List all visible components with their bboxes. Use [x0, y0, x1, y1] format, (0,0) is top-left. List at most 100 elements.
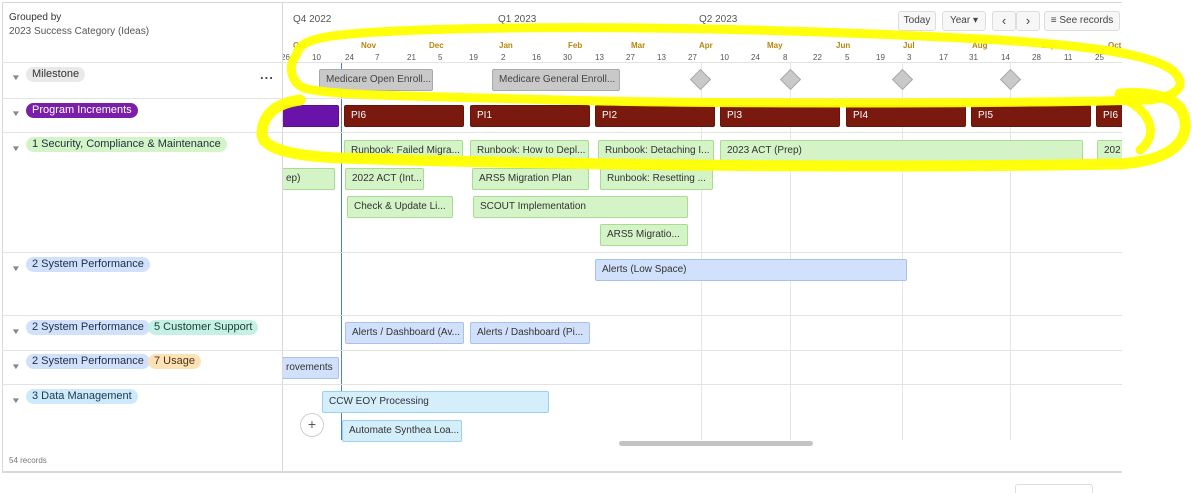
- group-row-program-increments[interactable]: ▼ Program Increments: [2, 99, 283, 132]
- day-label: 31: [969, 53, 978, 62]
- day-label: 27: [688, 53, 697, 62]
- milestone-diamond[interactable]: [689, 68, 712, 91]
- record-bar[interactable]: ARS5 Migration Plan: [472, 168, 589, 190]
- caret-down-icon: ▾: [972, 15, 979, 26]
- milestone-bar[interactable]: Medicare Open Enroll...: [319, 69, 433, 91]
- month-label: Mar: [631, 41, 646, 50]
- record-bar[interactable]: Alerts (Low Space): [595, 259, 907, 281]
- milestone-diamond[interactable]: [779, 68, 802, 91]
- collapse-chevron-icon[interactable]: ▼: [11, 109, 21, 118]
- group-row-system-performance[interactable]: ▼ 2 System Performance: [2, 253, 283, 315]
- day-label: 13: [657, 53, 666, 62]
- collapse-chevron-icon[interactable]: ▼: [11, 362, 21, 371]
- program-increment-bar[interactable]: PI6: [344, 105, 464, 127]
- month-label: Oct: [1108, 41, 1122, 50]
- day-label: 16: [532, 53, 541, 62]
- system-performance-label: 2 System Performance: [26, 257, 150, 272]
- collapse-chevron-icon[interactable]: ▼: [11, 396, 21, 405]
- month-label: Dec: [429, 41, 444, 50]
- today-button[interactable]: Today: [898, 11, 936, 31]
- collapse-chevron-icon[interactable]: ▼: [11, 327, 21, 336]
- divider: [283, 350, 1122, 351]
- day-label: 14: [1001, 53, 1010, 62]
- footer-control[interactable]: [1015, 484, 1093, 493]
- timeline-app: Grouped by 2023 Success Category (Ideas)…: [0, 0, 1192, 493]
- month-label: Apr: [699, 41, 713, 50]
- next-period-button[interactable]: ›: [1016, 11, 1040, 31]
- day-label: 5: [438, 53, 443, 62]
- record-bar[interactable]: rovements: [283, 357, 339, 379]
- see-records-button[interactable]: ≡ See records: [1044, 11, 1120, 31]
- day-label: 2: [501, 53, 506, 62]
- day-label: 19: [876, 53, 885, 62]
- day-label: 28: [1032, 53, 1041, 62]
- day-label: 7: [375, 53, 380, 62]
- group-by-title: Grouped by: [9, 12, 62, 23]
- milestone-bar[interactable]: Medicare General Enroll...: [492, 69, 620, 91]
- record-bar[interactable]: 2022 ACT (Int...: [345, 168, 424, 190]
- record-bar[interactable]: Runbook: Resetting ...: [600, 168, 713, 190]
- collapse-chevron-icon[interactable]: ▼: [11, 73, 21, 82]
- program-increment-bar[interactable]: PI3: [720, 105, 840, 127]
- record-bar[interactable]: Alerts / Dashboard (Av...: [345, 322, 464, 344]
- system-performance-label: 2 System Performance: [26, 320, 150, 335]
- add-record-button[interactable]: +: [300, 413, 324, 437]
- milestone-diamond[interactable]: [999, 68, 1022, 91]
- month-label: Jan: [499, 41, 513, 50]
- highlight-stroke: [1117, 93, 1155, 155]
- program-increment-bar[interactable]: PI5: [971, 105, 1091, 127]
- program-increment-bar[interactable]: PI1: [470, 105, 590, 127]
- day-label: 21: [407, 53, 416, 62]
- record-bar[interactable]: Check & Update Li...: [347, 196, 453, 218]
- record-bar[interactable]: SCOUT Implementation: [473, 196, 688, 218]
- day-label: 13: [595, 53, 604, 62]
- record-bar[interactable]: Runbook: Detaching I...: [598, 140, 714, 162]
- data-management-label: 3 Data Management: [26, 389, 138, 404]
- record-bar[interactable]: Alerts / Dashboard (Pi...: [470, 322, 590, 344]
- day-label: 24: [345, 53, 354, 62]
- milestone-diamond[interactable]: [891, 68, 914, 91]
- day-label: 30: [563, 53, 572, 62]
- program-increment-bar[interactable]: PI6: [1096, 105, 1122, 127]
- record-bar[interactable]: Runbook: How to Depl...: [470, 140, 589, 162]
- customer-support-label: 5 Customer Support: [148, 320, 259, 335]
- record-bar[interactable]: 2023 ACT (Prep): [720, 140, 1083, 162]
- month-label: Nov: [361, 41, 377, 50]
- program-increment-bar[interactable]: PI2: [595, 105, 715, 127]
- group-row-milestone[interactable]: ▼ Milestone ...: [2, 63, 283, 98]
- list-icon: ≡: [1050, 15, 1057, 26]
- divider: [283, 62, 1122, 63]
- month-label: Sep: [1041, 41, 1056, 50]
- group-by-header[interactable]: Grouped by 2023 Success Category (Ideas): [9, 11, 149, 39]
- day-label: 10: [312, 53, 321, 62]
- collapse-chevron-icon[interactable]: ▼: [11, 144, 21, 153]
- month-label: Jul: [903, 41, 915, 50]
- program-increment-bar[interactable]: [283, 105, 339, 127]
- horizontal-scrollbar[interactable]: [619, 441, 813, 446]
- group-row-data-management[interactable]: ▼ 3 Data Management: [2, 385, 283, 441]
- group-row-security[interactable]: ▼ 1 Security, Compliance & Maintenance: [2, 133, 283, 252]
- record-bar[interactable]: 202: [1097, 140, 1122, 162]
- day-label: 5: [845, 53, 850, 62]
- scale-select[interactable]: Year ▾: [942, 11, 986, 31]
- record-bar[interactable]: CCW EOY Processing: [322, 391, 549, 413]
- record-bar[interactable]: Runbook: Failed Migra...: [344, 140, 463, 162]
- day-label: 27: [626, 53, 635, 62]
- record-bar[interactable]: ARS5 Migratio...: [600, 224, 688, 246]
- see-records-label: See records: [1059, 15, 1114, 26]
- quarter-label: Q2 2023: [699, 14, 738, 25]
- day-label: 22: [813, 53, 822, 62]
- record-bar[interactable]: Automate Synthea Loa...: [342, 420, 462, 442]
- group-row-system-performance-customer-support[interactable]: ▼ 2 System Performance 5 Customer Suppor…: [2, 316, 283, 350]
- program-increment-bar[interactable]: PI4: [846, 105, 966, 127]
- day-label: 19: [469, 53, 478, 62]
- collapse-chevron-icon[interactable]: ▼: [11, 264, 21, 273]
- quarter-label: Q4 2022: [293, 14, 332, 25]
- previous-period-button[interactable]: ‹: [992, 11, 1016, 31]
- quarter-label: Q1 2023: [498, 14, 537, 25]
- record-bar[interactable]: ep): [283, 168, 335, 190]
- day-label: 26: [283, 53, 290, 62]
- group-row-system-performance-usage[interactable]: ▼ 2 System Performance 7 Usage: [2, 351, 283, 384]
- day-label: 10: [720, 53, 729, 62]
- more-options-icon[interactable]: ...: [260, 67, 274, 82]
